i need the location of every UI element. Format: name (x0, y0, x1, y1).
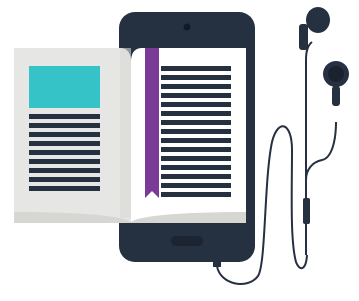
text-line (161, 174, 231, 179)
open-book-icon (14, 48, 246, 223)
text-line (29, 159, 100, 164)
text-line (161, 138, 231, 143)
earbud-right-speaker (328, 66, 344, 82)
text-line (29, 123, 100, 128)
text-line (161, 102, 231, 107)
text-line (161, 192, 231, 197)
text-line (161, 129, 231, 134)
text-line (29, 168, 100, 173)
illustration-canvas (14, 7, 349, 285)
book-illustration-block (29, 66, 100, 108)
right-page-text (161, 66, 231, 197)
text-line (161, 120, 231, 125)
text-line (161, 84, 231, 89)
phone-camera (183, 23, 191, 31)
text-line (161, 66, 231, 71)
bookmark-ribbon-icon (145, 48, 159, 198)
book-spine-shade (120, 48, 131, 218)
earphone-remote (303, 198, 310, 224)
text-line (161, 183, 231, 188)
text-line (29, 177, 100, 182)
text-line (161, 165, 231, 170)
text-line (161, 111, 231, 116)
phone-home-button (171, 236, 203, 246)
text-line (29, 141, 100, 146)
text-line (161, 147, 231, 152)
text-line (29, 150, 100, 155)
earbud-stem-right (332, 86, 340, 106)
earbud-stem-top (299, 24, 308, 50)
text-line (161, 156, 231, 161)
text-line (161, 93, 231, 98)
earbud-top (306, 7, 330, 33)
text-line (29, 114, 100, 119)
text-line (29, 132, 100, 137)
text-line (161, 75, 231, 80)
left-page-text (29, 114, 100, 191)
earphone-cable-left (305, 41, 313, 198)
ebook-illustration (0, 0, 359, 301)
earphone-cable-upper (305, 121, 337, 255)
text-line (29, 186, 100, 191)
